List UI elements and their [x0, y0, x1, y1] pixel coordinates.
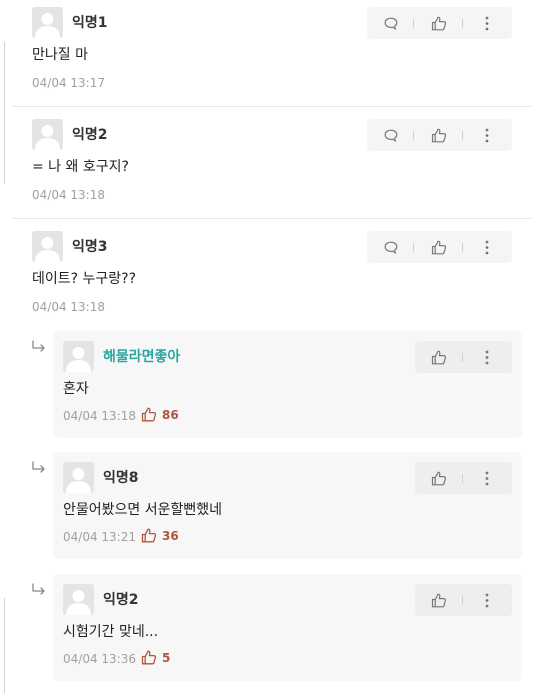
- action-separator: [462, 243, 463, 252]
- reply-actions: [415, 341, 512, 373]
- comment-actions: [367, 119, 512, 151]
- like-button[interactable]: [425, 119, 453, 151]
- reply-text: 시험기간 맞네...: [63, 624, 159, 640]
- default-avatar-icon: [35, 13, 60, 38]
- action-separator: [462, 19, 463, 28]
- like-count: 5: [141, 650, 170, 665]
- thumbs-up-icon: [431, 128, 447, 142]
- reply-arrow-icon: [32, 583, 45, 595]
- speech-bubble-icon: [384, 17, 398, 30]
- comment-actions: [367, 231, 512, 263]
- reply-text: 혼자: [63, 381, 89, 397]
- thumbs-up-icon: [431, 240, 447, 254]
- more-options-button[interactable]: [475, 462, 499, 494]
- like-button[interactable]: [425, 584, 453, 616]
- action-separator: [413, 243, 414, 252]
- comment-text: 만나질 마: [32, 47, 88, 63]
- like-button[interactable]: [425, 462, 453, 494]
- vertical-dots-icon: [485, 128, 489, 142]
- action-separator: [462, 353, 463, 362]
- like-button[interactable]: [425, 7, 453, 39]
- left-edge-bar: [0, 42, 5, 184]
- default-avatar-icon: [66, 590, 91, 615]
- more-options-button[interactable]: [475, 341, 499, 373]
- comment-timestamp: 04/04 13:17: [32, 76, 105, 90]
- reply-author: 익명8: [103, 470, 139, 486]
- more-options-button[interactable]: [475, 119, 499, 151]
- comment-text: = 나 왜 호구지?: [32, 159, 129, 175]
- more-options-button[interactable]: [475, 231, 499, 263]
- vertical-dots-icon: [485, 471, 489, 485]
- comment-author: 익명1: [72, 15, 108, 31]
- default-avatar-icon: [35, 125, 60, 150]
- avatar: [32, 7, 63, 38]
- divider: [12, 218, 531, 219]
- avatar: [63, 462, 94, 493]
- reply-button[interactable]: [377, 119, 405, 151]
- vertical-dots-icon: [485, 240, 489, 254]
- default-avatar-icon: [35, 237, 60, 262]
- reply-author: 익명2: [103, 592, 139, 608]
- reply-timestamp: 04/04 13:18: [63, 409, 136, 423]
- avatar: [32, 231, 63, 262]
- thumbs-up-icon: [141, 528, 157, 543]
- reply-arrow-icon: [32, 461, 45, 473]
- thumbs-up-icon: [431, 16, 447, 30]
- thumbs-up-icon: [431, 471, 447, 485]
- action-separator: [413, 131, 414, 140]
- vertical-dots-icon: [485, 350, 489, 364]
- comment-author: 익명3: [72, 239, 108, 255]
- vertical-dots-icon: [485, 16, 489, 30]
- reply-author: 해물라면좋아: [103, 349, 181, 365]
- like-count-value: 5: [162, 650, 171, 665]
- like-count: 36: [141, 528, 179, 543]
- action-separator: [462, 131, 463, 140]
- thumbs-up-icon: [431, 350, 447, 364]
- action-separator: [462, 596, 463, 605]
- more-options-button[interactable]: [475, 584, 499, 616]
- like-count-value: 36: [162, 528, 179, 543]
- reply-button[interactable]: [377, 231, 405, 263]
- reply-card: 익명8 안물어봤으면 서운할뻔했네 04/04 13:21 36: [53, 452, 522, 559]
- reply-arrow-icon: [32, 340, 45, 352]
- reply-timestamp: 04/04 13:21: [63, 530, 136, 544]
- like-button[interactable]: [425, 231, 453, 263]
- comment-author: 익명2: [72, 127, 108, 143]
- default-avatar-icon: [66, 347, 91, 372]
- avatar: [63, 341, 94, 372]
- avatar: [32, 119, 63, 150]
- action-separator: [413, 19, 414, 28]
- reply-button[interactable]: [377, 7, 405, 39]
- comment-actions: [367, 7, 512, 39]
- avatar: [63, 584, 94, 615]
- reply-card: 익명2 시험기간 맞네... 04/04 13:36 5: [53, 574, 522, 681]
- thumbs-up-icon: [141, 650, 157, 665]
- reply-actions: [415, 584, 512, 616]
- speech-bubble-icon: [384, 241, 398, 254]
- comment-timestamp: 04/04 13:18: [32, 188, 105, 202]
- like-count: 86: [141, 407, 179, 422]
- comment-timestamp: 04/04 13:18: [32, 300, 105, 314]
- default-avatar-icon: [66, 468, 91, 493]
- like-count-value: 86: [162, 407, 179, 422]
- reply-timestamp: 04/04 13:36: [63, 652, 136, 666]
- like-button[interactable]: [425, 341, 453, 373]
- thumbs-up-icon: [141, 407, 157, 422]
- comment-text: 데이트? 누구랑??: [32, 271, 137, 287]
- left-edge-bar: [0, 598, 5, 693]
- action-separator: [462, 474, 463, 483]
- divider: [12, 106, 531, 107]
- vertical-dots-icon: [485, 593, 489, 607]
- more-options-button[interactable]: [475, 7, 499, 39]
- reply-text: 안물어봤으면 서운할뻔했네: [63, 502, 223, 518]
- reply-actions: [415, 462, 512, 494]
- reply-card: 해물라면좋아 혼자 04/04 13:18 86: [53, 331, 522, 438]
- speech-bubble-icon: [384, 129, 398, 142]
- thumbs-up-icon: [431, 593, 447, 607]
